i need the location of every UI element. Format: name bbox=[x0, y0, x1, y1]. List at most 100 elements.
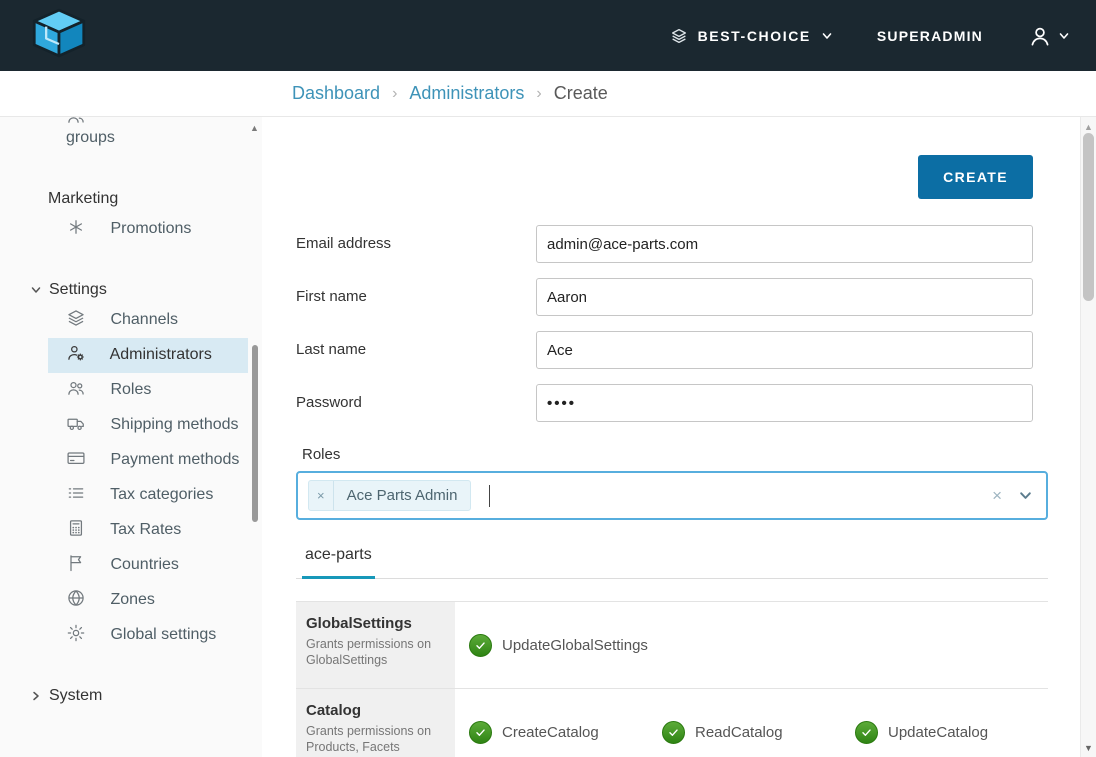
permissions-table: GlobalSettings Grants permissions on Glo… bbox=[296, 601, 1048, 757]
channel-label: BEST-CHOICE bbox=[698, 28, 811, 44]
globe-icon bbox=[66, 588, 86, 608]
app-logo[interactable] bbox=[26, 7, 92, 64]
role-chip: × Ace Parts Admin bbox=[308, 480, 471, 511]
sidebar-item-label: Tax Rates bbox=[110, 521, 181, 538]
sidebar-item-tax-rates[interactable]: Tax Rates bbox=[48, 513, 248, 548]
flag-icon bbox=[66, 553, 86, 573]
remove-chip-icon[interactable]: × bbox=[309, 481, 334, 510]
sidebar-item-label: groups bbox=[66, 129, 115, 146]
last-name-field[interactable] bbox=[536, 331, 1033, 369]
permission-toggle: UpdateGlobalSettings bbox=[469, 634, 662, 657]
section-label: Settings bbox=[49, 281, 107, 299]
chevron-down-icon bbox=[821, 30, 833, 42]
chevron-down-icon[interactable] bbox=[1019, 489, 1032, 502]
sidebar-item-label: Administrators bbox=[110, 346, 212, 363]
calculator-icon bbox=[66, 518, 86, 538]
sidebar-item-label: Roles bbox=[110, 381, 151, 398]
first-name-field[interactable] bbox=[536, 278, 1033, 316]
permission-group-cell: Catalog Grants permissions on Products, … bbox=[296, 689, 455, 757]
email-address-field[interactable] bbox=[536, 225, 1033, 263]
table-row: GlobalSettings Grants permissions on Glo… bbox=[296, 602, 1048, 689]
permission-label: UpdateGlobalSettings bbox=[502, 637, 648, 654]
breadcrumb-dashboard[interactable]: Dashboard bbox=[292, 83, 380, 104]
permission-toggle: ReadCatalog bbox=[662, 721, 855, 744]
breadcrumb-separator: › bbox=[536, 85, 541, 103]
checked-icon[interactable] bbox=[662, 721, 685, 744]
breadcrumb-administrators[interactable]: Administrators bbox=[409, 83, 524, 104]
sidebar-item-promotions[interactable]: Promotions bbox=[48, 212, 248, 247]
topbar: BEST-CHOICE SUPERADMIN bbox=[0, 0, 1096, 71]
breadcrumb: Dashboard › Administrators › Create bbox=[0, 71, 1096, 117]
email-address-label: Email address bbox=[296, 225, 536, 263]
sidebar-section-system[interactable]: System bbox=[30, 687, 248, 705]
cube-logo-icon bbox=[26, 7, 92, 64]
clear-selection-icon[interactable]: × bbox=[992, 487, 1002, 504]
text-caret bbox=[489, 485, 490, 507]
sidebar-item-channels[interactable]: Channels bbox=[48, 303, 248, 338]
sidebar-item-label: Global settings bbox=[110, 626, 216, 643]
truck-icon bbox=[66, 413, 86, 433]
channel-tabs: ace-parts bbox=[296, 546, 1048, 579]
main-scrollbar-thumb[interactable] bbox=[1083, 133, 1094, 301]
table-row: Catalog Grants permissions on Products, … bbox=[296, 689, 1048, 757]
sidebar-item-roles[interactable]: Roles bbox=[48, 373, 248, 408]
permission-toggle: CreateCatalog bbox=[469, 721, 662, 744]
role-chip-label: Ace Parts Admin bbox=[334, 481, 471, 510]
users-icon bbox=[66, 378, 86, 398]
tab-ace-parts[interactable]: ace-parts bbox=[302, 546, 375, 579]
password-label: Password bbox=[296, 384, 536, 422]
scroll-down-icon[interactable]: ▼ bbox=[1084, 743, 1093, 753]
create-button[interactable]: CREATE bbox=[918, 155, 1033, 199]
main-scrollbar[interactable]: ▲ ▼ bbox=[1080, 117, 1096, 757]
sidebar-item-customer-groups[interactable]: groups bbox=[48, 117, 248, 156]
permission-label: UpdateCatalog bbox=[888, 724, 988, 741]
scroll-up-icon[interactable]: ▲ bbox=[250, 123, 259, 133]
roles-select[interactable]: × Ace Parts Admin × bbox=[296, 471, 1048, 520]
sidebar-item-label: Shipping methods bbox=[110, 416, 238, 433]
permission-label: ReadCatalog bbox=[695, 724, 783, 741]
chevron-down-icon bbox=[1058, 30, 1070, 42]
checked-icon[interactable] bbox=[855, 721, 878, 744]
breadcrumb-separator: › bbox=[392, 85, 397, 103]
sidebar-item-label: Tax categories bbox=[110, 486, 213, 503]
current-user-label: SUPERADMIN bbox=[877, 28, 983, 44]
permission-group-description: Grants permissions on GlobalSettings bbox=[306, 636, 445, 668]
sidebar-item-payment-methods[interactable]: Payment methods bbox=[48, 443, 248, 478]
create-administrator-form: CREATE Email address First name Last nam… bbox=[262, 117, 1080, 757]
sidebar-section-marketing: Marketing bbox=[48, 190, 248, 208]
sidebar-section-settings[interactable]: Settings bbox=[30, 281, 248, 299]
credit-card-icon bbox=[66, 448, 86, 468]
user-menu[interactable] bbox=[1027, 23, 1070, 49]
section-label: Marketing bbox=[48, 190, 118, 208]
sidebar-item-countries[interactable]: Countries bbox=[48, 548, 248, 583]
checked-icon[interactable] bbox=[469, 721, 492, 744]
sidebar-item-label: Promotions bbox=[110, 220, 191, 237]
checked-icon[interactable] bbox=[469, 634, 492, 657]
sidebar-scrollbar-thumb[interactable] bbox=[252, 345, 258, 522]
layers-icon bbox=[670, 27, 688, 45]
scroll-up-icon[interactable]: ▲ bbox=[1084, 122, 1093, 132]
user-icon bbox=[1027, 23, 1053, 49]
first-name-label: First name bbox=[296, 278, 536, 316]
asterisk-icon bbox=[66, 217, 86, 237]
sidebar-item-shipping-methods[interactable]: Shipping methods bbox=[48, 408, 248, 443]
sidebar: groups Marketing Promotions Settings bbox=[0, 117, 262, 757]
sidebar-item-global-settings[interactable]: Global settings bbox=[48, 618, 248, 653]
cog-icon bbox=[66, 623, 86, 643]
sidebar-scrollbar[interactable]: ▲ bbox=[248, 117, 262, 757]
sidebar-item-label: Payment methods bbox=[110, 451, 239, 468]
list-icon bbox=[66, 483, 86, 503]
permission-label: CreateCatalog bbox=[502, 724, 599, 741]
password-field[interactable] bbox=[536, 384, 1033, 422]
permission-group-cell: GlobalSettings Grants permissions on Glo… bbox=[296, 602, 455, 688]
users-icon bbox=[66, 117, 86, 126]
sidebar-item-tax-categories[interactable]: Tax categories bbox=[48, 478, 248, 513]
channel-switcher[interactable]: BEST-CHOICE bbox=[670, 27, 833, 45]
sidebar-item-administrators[interactable]: Administrators bbox=[48, 338, 248, 373]
roles-label: Roles bbox=[302, 446, 1048, 463]
chevron-right-icon bbox=[30, 690, 42, 702]
chevron-down-icon bbox=[30, 284, 42, 296]
sidebar-item-zones[interactable]: Zones bbox=[48, 583, 248, 618]
permission-toggle: UpdateCatalog bbox=[855, 721, 1048, 744]
sidebar-item-label: Zones bbox=[110, 591, 154, 608]
